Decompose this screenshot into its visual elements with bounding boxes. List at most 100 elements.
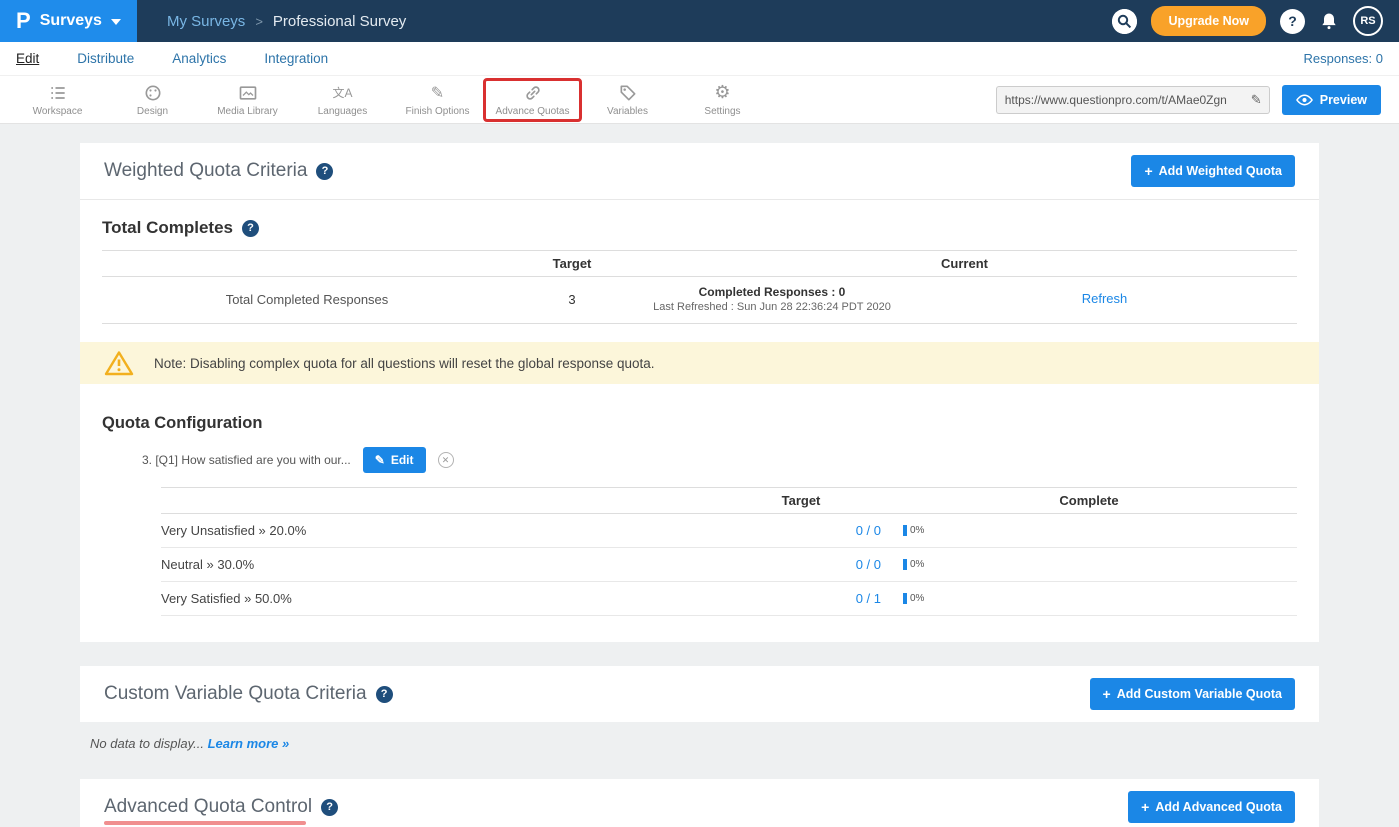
table-row: Total Completed Responses 3 Completed Re… <box>102 277 1297 324</box>
toolbar-item-advance-quotas[interactable]: Advance Quotas <box>485 80 580 120</box>
toolbar-item-label: Design <box>137 106 168 117</box>
divider <box>80 199 1319 200</box>
survey-url-input[interactable] <box>996 86 1244 114</box>
remove-quota-icon[interactable] <box>438 452 454 468</box>
product-menu[interactable]: P Surveys <box>0 0 137 42</box>
edit-pencil-icon: ✎ <box>375 453 385 467</box>
current-column-header: Current <box>632 256 1297 271</box>
plus-icon <box>1103 686 1111 702</box>
weighted-quota-header: Weighted Quota Criteria ? Add Weighted Q… <box>80 143 1319 199</box>
toolbar-item-workspace[interactable]: Workspace <box>10 80 105 120</box>
completes-row-label: Total Completed Responses <box>102 292 512 307</box>
completes-target-value: 3 <box>512 292 632 307</box>
toolbar-item-design[interactable]: Design <box>105 80 200 120</box>
custom-variable-quota-card: Custom Variable Quota Criteria ? Add Cus… <box>80 666 1319 722</box>
completes-table-header: Target Current <box>102 250 1297 277</box>
add-custom-variable-quota-label: Add Custom Variable Quota <box>1117 687 1282 701</box>
target-column-header: Target <box>512 256 632 271</box>
refresh-link[interactable]: Refresh <box>1082 291 1128 306</box>
bell-icon[interactable] <box>1319 10 1339 32</box>
learn-more-link[interactable]: Learn more » <box>208 736 290 751</box>
toolbar-items: Workspace Design Media Library 文A Langua… <box>10 80 770 120</box>
help-badge-icon[interactable]: ? <box>321 799 338 816</box>
toolbar-item-media-library[interactable]: Media Library <box>200 80 295 120</box>
eye-icon <box>1296 93 1313 107</box>
weighted-quota-title-text: Weighted Quota Criteria <box>104 160 307 182</box>
quota-question-row: 3. [Q1] How satisfied are you with our..… <box>142 447 1297 473</box>
tab-integration[interactable]: Integration <box>264 51 328 66</box>
completes-current-info: Completed Responses : 0 Last Refreshed :… <box>632 285 912 313</box>
table-row: Very Satisfied » 50.0% 0 / 1 0% <box>161 582 1297 616</box>
settings-icon: ⚙ <box>714 83 730 103</box>
weighted-quota-card: Weighted Quota Criteria ? Add Weighted Q… <box>80 143 1319 642</box>
quota-row-progress: 0% <box>881 593 1297 604</box>
no-data-message: No data to display... Learn more » <box>90 736 1399 751</box>
quotas-icon <box>523 83 543 103</box>
design-icon <box>143 83 163 103</box>
help-icon[interactable]: ? <box>1280 9 1305 34</box>
breadcrumb-separator: > <box>255 14 263 29</box>
upgrade-now-button[interactable]: Upgrade Now <box>1151 6 1266 36</box>
preview-button[interactable]: Preview <box>1282 85 1381 115</box>
quota-row-label: Very Unsatisfied » 20.0% <box>161 523 721 538</box>
weighted-quota-body: Total Completes ? Target Current Total C… <box>80 218 1319 642</box>
tab-distribute[interactable]: Distribute <box>77 51 134 66</box>
add-advanced-quota-button[interactable]: Add Advanced Quota <box>1128 791 1295 823</box>
breadcrumb-my-surveys[interactable]: My Surveys <box>167 13 245 30</box>
preview-label: Preview <box>1320 93 1367 107</box>
breadcrumb: My Surveys > Professional Survey <box>167 13 406 30</box>
search-icon[interactable] <box>1112 9 1137 34</box>
quota-table: Target Complete Very Unsatisfied » 20.0%… <box>161 487 1297 616</box>
progress-percent: 0% <box>910 559 924 570</box>
questionpro-logo: P <box>16 8 31 34</box>
survey-nav: Edit Distribute Analytics Integration Re… <box>0 42 1399 76</box>
warning-icon <box>104 350 134 376</box>
quota-row-target: 0 / 1 <box>721 591 881 606</box>
toolbar-item-languages[interactable]: 文A Languages <box>295 80 390 120</box>
toolbar-item-label: Variables <box>607 106 648 117</box>
quota-row-progress: 0% <box>881 559 1297 570</box>
topbar: P Surveys My Surveys > Professional Surv… <box>0 0 1399 42</box>
progress-bar <box>903 525 907 536</box>
avatar[interactable]: RS <box>1353 6 1383 36</box>
tab-edit[interactable]: Edit <box>16 51 39 66</box>
toolbar-item-finish-options[interactable]: ✎ Finish Options <box>390 80 485 120</box>
progress-bar <box>903 593 907 604</box>
quota-row-label: Neutral » 30.0% <box>161 557 721 572</box>
quota-table-header: Target Complete <box>161 487 1297 514</box>
finish-options-icon: ✎ <box>431 83 444 103</box>
tab-analytics[interactable]: Analytics <box>172 51 226 66</box>
toolbar-item-variables[interactable]: Variables <box>580 80 675 120</box>
table-row: Neutral » 30.0% 0 / 0 0% <box>161 548 1297 582</box>
quota-row-label: Very Satisfied » 50.0% <box>161 591 721 606</box>
help-badge-icon[interactable]: ? <box>316 163 333 180</box>
help-badge-icon[interactable]: ? <box>376 686 393 703</box>
add-custom-variable-quota-button[interactable]: Add Custom Variable Quota <box>1090 678 1296 710</box>
plus-icon <box>1144 163 1152 179</box>
custom-variable-quota-title-text: Custom Variable Quota Criteria <box>104 683 367 705</box>
quota-question-label: 3. [Q1] How satisfied are you with our..… <box>142 453 351 467</box>
edit-quota-button[interactable]: ✎ Edit <box>363 447 426 473</box>
advanced-quota-title-text: Advanced Quota Control <box>104 796 312 818</box>
refresh-cell: Refresh <box>912 290 1297 308</box>
toolbar-item-label: Advance Quotas <box>496 106 570 117</box>
quota-row-target: 0 / 0 <box>721 557 881 572</box>
progress-bar <box>903 559 907 570</box>
product-name: Surveys <box>40 12 102 30</box>
advanced-quota-title: Advanced Quota Control ? <box>104 796 338 818</box>
add-weighted-quota-label: Add Weighted Quota <box>1159 164 1282 178</box>
toolbar-item-label: Workspace <box>33 106 83 117</box>
edit-url-icon[interactable]: ✎ <box>1244 86 1270 114</box>
toolbar-item-settings[interactable]: ⚙ Settings <box>675 80 770 120</box>
questionpro-app: P Surveys My Surveys > Professional Surv… <box>0 0 1399 827</box>
quota-note-text: Note: Disabling complex quota for all qu… <box>154 356 655 371</box>
add-weighted-quota-button[interactable]: Add Weighted Quota <box>1131 155 1295 187</box>
advanced-quota-header: Advanced Quota Control ? Add Advanced Qu… <box>80 779 1319 827</box>
quota-note-banner: Note: Disabling complex quota for all qu… <box>80 342 1319 384</box>
total-completes-title-text: Total Completes <box>102 218 233 238</box>
responses-count[interactable]: Responses: 0 <box>1304 51 1384 66</box>
advanced-quota-card: Advanced Quota Control ? Add Advanced Qu… <box>80 779 1319 827</box>
quota-row-progress: 0% <box>881 525 1297 536</box>
help-badge-icon[interactable]: ? <box>242 220 259 237</box>
plus-icon <box>1141 799 1149 815</box>
